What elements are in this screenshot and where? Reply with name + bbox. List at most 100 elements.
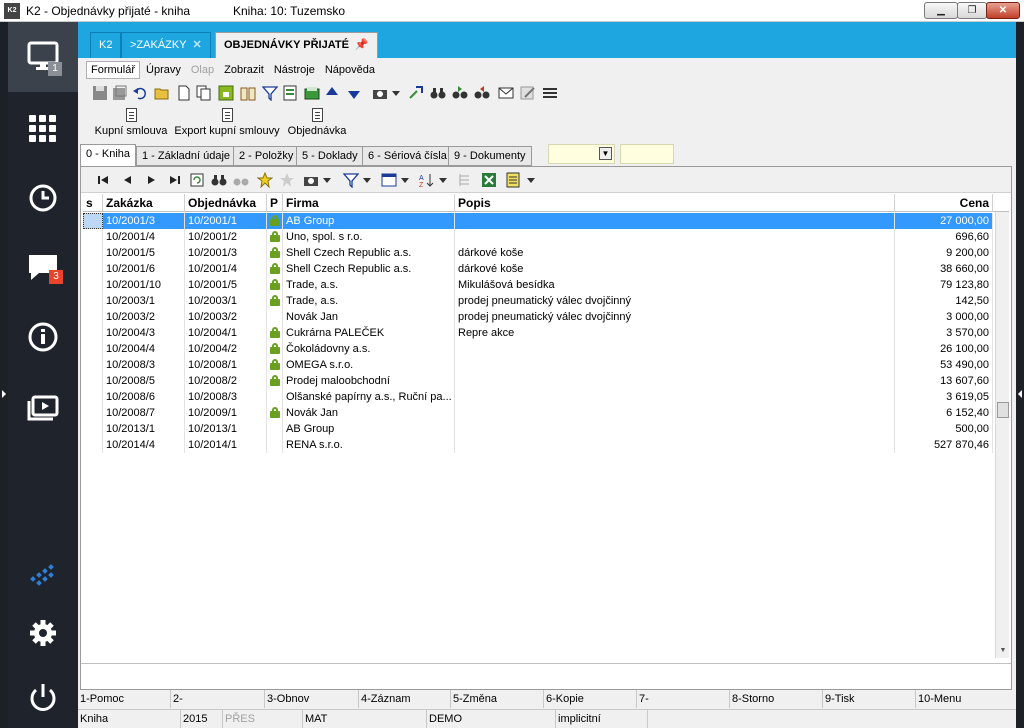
binoculars-icon[interactable] — [430, 85, 446, 101]
col-objednavka[interactable]: Objednávka — [185, 194, 267, 212]
table-row[interactable]: 10/2001/5 10/2001/3 Shell Czech Republic a… — [83, 245, 993, 261]
menu-formular[interactable]: Formulář — [86, 61, 141, 79]
expand-left-icon[interactable] — [2, 390, 6, 398]
mail-icon[interactable] — [498, 85, 514, 101]
arrow-up-icon[interactable] — [324, 85, 340, 101]
table-row[interactable]: 10/2004/4 10/2004/2 Čokoládovny a.s. 26 100… — [83, 341, 993, 357]
table-row[interactable]: 10/2008/5 10/2008/2 Prodej maloobchodní 13 … — [83, 373, 993, 389]
tab-k2[interactable]: K2 — [90, 32, 122, 58]
save-icon[interactable] — [92, 85, 108, 101]
tab-objednavky-prijate[interactable]: OBJEDNÁVKY PŘIJATÉ 📌 — [215, 32, 378, 58]
edit-note-icon[interactable] — [520, 85, 536, 101]
menu-upravy[interactable]: Úpravy — [142, 62, 185, 80]
table-row[interactable]: 10/2001/3 10/2001/1 AB Group 27 000,00 — [83, 213, 993, 229]
col-p[interactable]: P — [267, 194, 283, 212]
expand-right-icon[interactable] — [1018, 390, 1022, 398]
filter-icon[interactable] — [262, 85, 278, 101]
report-icon[interactable] — [282, 85, 298, 101]
scroll-thumb[interactable] — [997, 402, 1009, 418]
action-export-kupni-smlouvy[interactable]: Export kupní smlouvy — [174, 108, 280, 142]
add-favorite-icon[interactable] — [257, 172, 273, 188]
table-row[interactable]: 10/2008/7 10/2009/1 Novák Jan 6 152,40 — [83, 405, 993, 421]
first-record-icon[interactable] — [95, 172, 111, 188]
menu-nastroje[interactable]: Nástroje — [270, 62, 319, 80]
table-row[interactable]: 10/2008/3 10/2008/1 OMEGA s.r.o. 53 490,00 — [83, 357, 993, 373]
dropdown-icon[interactable] — [388, 85, 404, 101]
fkey-5[interactable]: 5-Změna — [451, 690, 544, 708]
table-row[interactable]: 10/2004/3 10/2004/1 Cukrárna PALEČEK Repre … — [83, 325, 993, 341]
nav-settings[interactable] — [8, 598, 78, 668]
fkey-9[interactable]: 9-Tisk — [823, 690, 916, 708]
notes-icon[interactable] — [505, 172, 521, 188]
nav-messages[interactable]: 3 — [8, 232, 78, 302]
restore-button[interactable]: ❐ — [957, 2, 987, 19]
col-s[interactable]: s — [83, 194, 103, 212]
tab-kniha[interactable]: 0 - Kniha — [80, 144, 137, 167]
camera-icon[interactable] — [303, 172, 319, 188]
copy-icon[interactable] — [196, 85, 212, 101]
nav-desktop[interactable]: 1 — [8, 22, 78, 92]
pin-icon[interactable]: 📌 — [355, 39, 369, 51]
col-popis[interactable]: Popis — [455, 194, 895, 212]
action-objednavka[interactable]: Objednávka — [286, 108, 348, 142]
close-icon[interactable]: ✕ — [193, 39, 202, 51]
columns-icon[interactable] — [381, 172, 397, 188]
minimize-button[interactable]: ▁ — [924, 2, 958, 19]
find-prev-icon[interactable] — [474, 85, 490, 101]
nav-info[interactable] — [8, 302, 78, 372]
dropdown-icon[interactable] — [359, 172, 375, 188]
col-cena[interactable]: Cena — [895, 194, 993, 212]
next-record-icon[interactable] — [143, 172, 159, 188]
export-excel-icon[interactable] — [481, 172, 497, 188]
filter-icon[interactable] — [343, 172, 359, 188]
camera-icon[interactable] — [372, 85, 388, 101]
new-document-icon[interactable] — [176, 85, 192, 101]
menu-napoveda[interactable]: Nápověda — [321, 62, 379, 80]
fkey-4[interactable]: 4-Záznam — [359, 690, 451, 708]
dropdown-icon[interactable] — [435, 172, 451, 188]
undo-icon[interactable] — [132, 85, 148, 101]
prev-record-icon[interactable] — [119, 172, 135, 188]
fkey-8[interactable]: 8-Storno — [730, 690, 823, 708]
arrow-down-icon[interactable] — [346, 85, 362, 101]
last-record-icon[interactable] — [167, 172, 183, 188]
tab-dokumenty[interactable]: 9 - Dokumenty — [448, 146, 532, 166]
table-row[interactable]: 10/2008/6 10/2008/3 Olšanské papírny a.s.,… — [83, 389, 993, 405]
table-row[interactable]: 10/2014/4 10/2014/1 RENA s.r.o. 527 870,46 — [83, 437, 993, 453]
fkey-3[interactable]: 3-Obnov — [265, 690, 359, 708]
open-folder-icon[interactable] — [154, 85, 170, 101]
fkey-7[interactable]: 7- — [637, 690, 730, 708]
fkey-6[interactable]: 6-Kopie — [544, 690, 637, 708]
close-button[interactable]: ✕ — [986, 2, 1020, 19]
save-as-icon[interactable] — [112, 85, 128, 101]
dropdown-icon[interactable] — [319, 172, 335, 188]
col-zakazka[interactable]: Zakázka — [103, 194, 185, 212]
nav-power[interactable] — [8, 662, 78, 728]
dropdown-icon[interactable] — [523, 172, 539, 188]
fkey-1[interactable]: 1-Pomoc — [78, 690, 171, 708]
vertical-scrollbar[interactable]: ▼ — [995, 212, 1009, 658]
nav-history[interactable] — [8, 162, 78, 232]
table-row[interactable]: 10/2003/1 10/2003/1 Trade, a.s. prodej pneu… — [83, 293, 993, 309]
nav-apps[interactable] — [8, 92, 78, 162]
lock-icon[interactable] — [218, 85, 234, 101]
find-next-icon[interactable] — [452, 85, 468, 101]
col-firma[interactable]: Firma — [283, 194, 455, 212]
table-row[interactable]: 10/2001/6 10/2001/4 Shell Czech Republic a… — [83, 261, 993, 277]
nav-media[interactable] — [8, 372, 78, 442]
scroll-down-icon[interactable]: ▼ — [997, 646, 1009, 656]
tab-zakazky[interactable]: >ZAKÁZKY ✕ — [121, 32, 211, 58]
fkey-10[interactable]: 10-Menu — [916, 690, 1016, 708]
table-row[interactable]: 10/2001/10 10/2001/5 Trade, a.s. Mikulášová… — [83, 277, 993, 293]
table-row[interactable]: 10/2001/4 10/2001/2 Uno, spol. s r.o. 696,6… — [83, 229, 993, 245]
dropdown-icon[interactable] — [397, 172, 413, 188]
menu-zobrazit[interactable]: Zobrazit — [220, 62, 268, 80]
fkey-2[interactable]: 2- — [171, 690, 265, 708]
hamburger-menu-icon[interactable] — [542, 85, 558, 101]
table-row[interactable]: 10/2013/1 10/2013/1 AB Group 500,00 — [83, 421, 993, 437]
tab-zakladni-udaje[interactable]: 1 - Základní údaje — [136, 146, 237, 166]
books-icon[interactable] — [304, 85, 320, 101]
tab-seriova-cisla[interactable]: 6 - Sériová čísla — [362, 146, 453, 166]
book-icon[interactable] — [240, 85, 256, 101]
chevron-down-icon[interactable]: ▼ — [599, 147, 612, 160]
